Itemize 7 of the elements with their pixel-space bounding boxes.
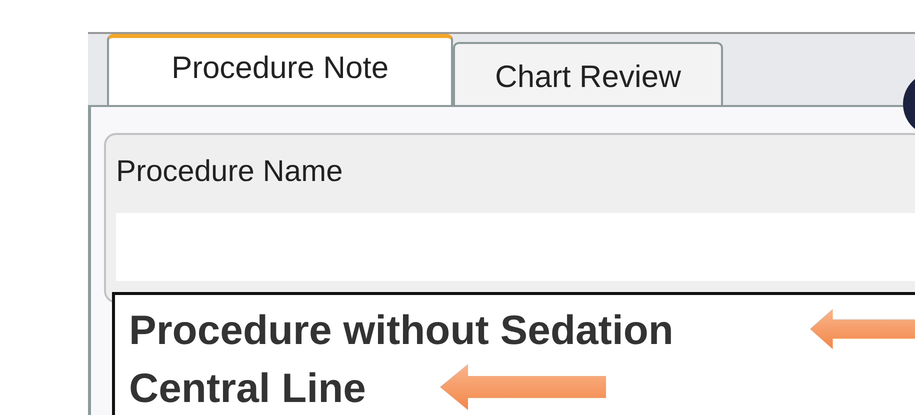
field-label: Procedure Name — [116, 155, 344, 189]
tab[interactable]: Chart Review — [453, 42, 723, 105]
arrow-icon — [810, 306, 915, 352]
tab[interactable]: Procedure Note — [107, 34, 453, 105]
dropdown-option[interactable]: Procedure without Sedation — [129, 301, 674, 359]
arrow-icon — [440, 364, 606, 410]
dropdown-option[interactable]: Central Line — [129, 359, 366, 415]
